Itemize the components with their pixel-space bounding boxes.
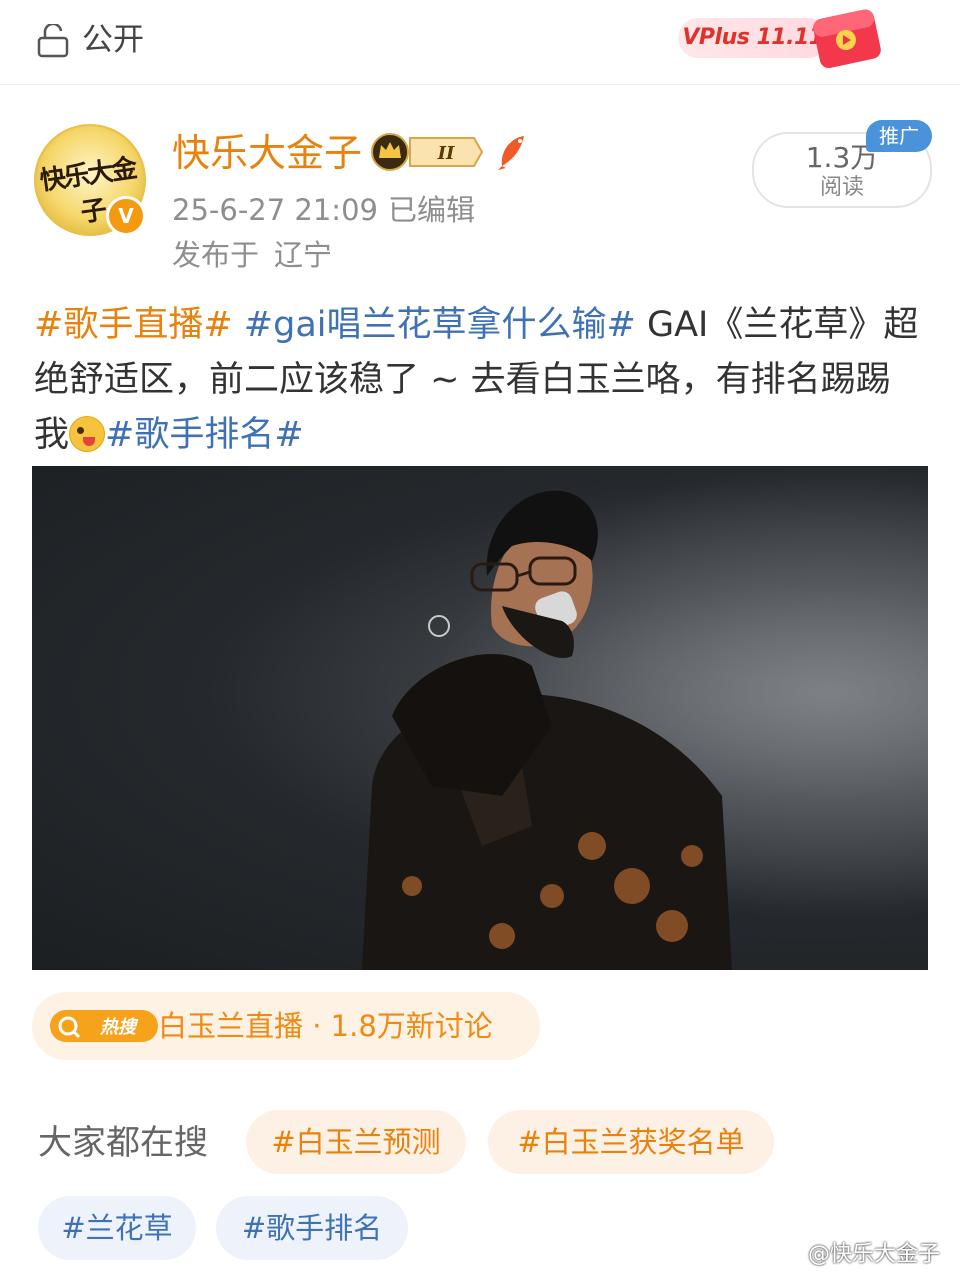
hashtag-link[interactable]: #gai唱兰花草拿什么输# [244,305,636,345]
author-name[interactable]: 快乐大金子 [172,128,362,178]
hot-search-icon: 热搜 [50,1010,158,1042]
hot-search-pill[interactable]: 热搜 白玉兰直播 · 1.8万新讨论 [32,992,540,1060]
hot-search-text: 白玉兰直播 · 1.8万新讨论 [158,1009,493,1043]
edited-label[interactable]: 已编辑 [388,190,475,230]
related-search-label: 大家都在搜 [38,1123,208,1163]
lock-icon[interactable] [36,24,70,58]
related-search-chip[interactable]: #白玉兰预测 [246,1110,466,1174]
related-search-chip[interactable]: #歌手排名 [216,1196,408,1260]
koi-fish-icon [498,136,524,170]
read-label: 阅读 [819,175,864,200]
location-prefix: 发布于 [172,238,260,272]
promo-tag[interactable]: 推广 [866,120,932,152]
related-search-chip[interactable]: #兰花草 [38,1196,196,1260]
related-search-chip[interactable]: #白玉兰获奖名单 [488,1110,774,1174]
hot-search-badge: 热搜 [99,1017,139,1038]
singer-photo-illustration [32,466,928,970]
hashtag-link[interactable]: #歌手直播# [34,305,233,345]
location-value: 辽宁 [274,238,333,272]
post-photo[interactable] [32,466,928,970]
red-packet-icon[interactable] [806,4,886,72]
post-text: #歌手直播# #gai唱兰花草拿什么输# GAI《兰花草》超绝舒适区，前二应该稳… [34,298,924,463]
post-time: 25-6-27 21:09 [172,193,378,227]
hashtag-link[interactable]: #歌手排名# [105,415,304,455]
verified-badge-icon: V [106,196,146,236]
tongue-face-emoji-icon [69,416,106,452]
vip-crown-icon[interactable]: II [370,132,486,172]
vip-level: II [437,143,455,164]
watermark: @快乐大金子 [808,1242,941,1267]
visibility-label[interactable]: 公开 [82,18,144,62]
